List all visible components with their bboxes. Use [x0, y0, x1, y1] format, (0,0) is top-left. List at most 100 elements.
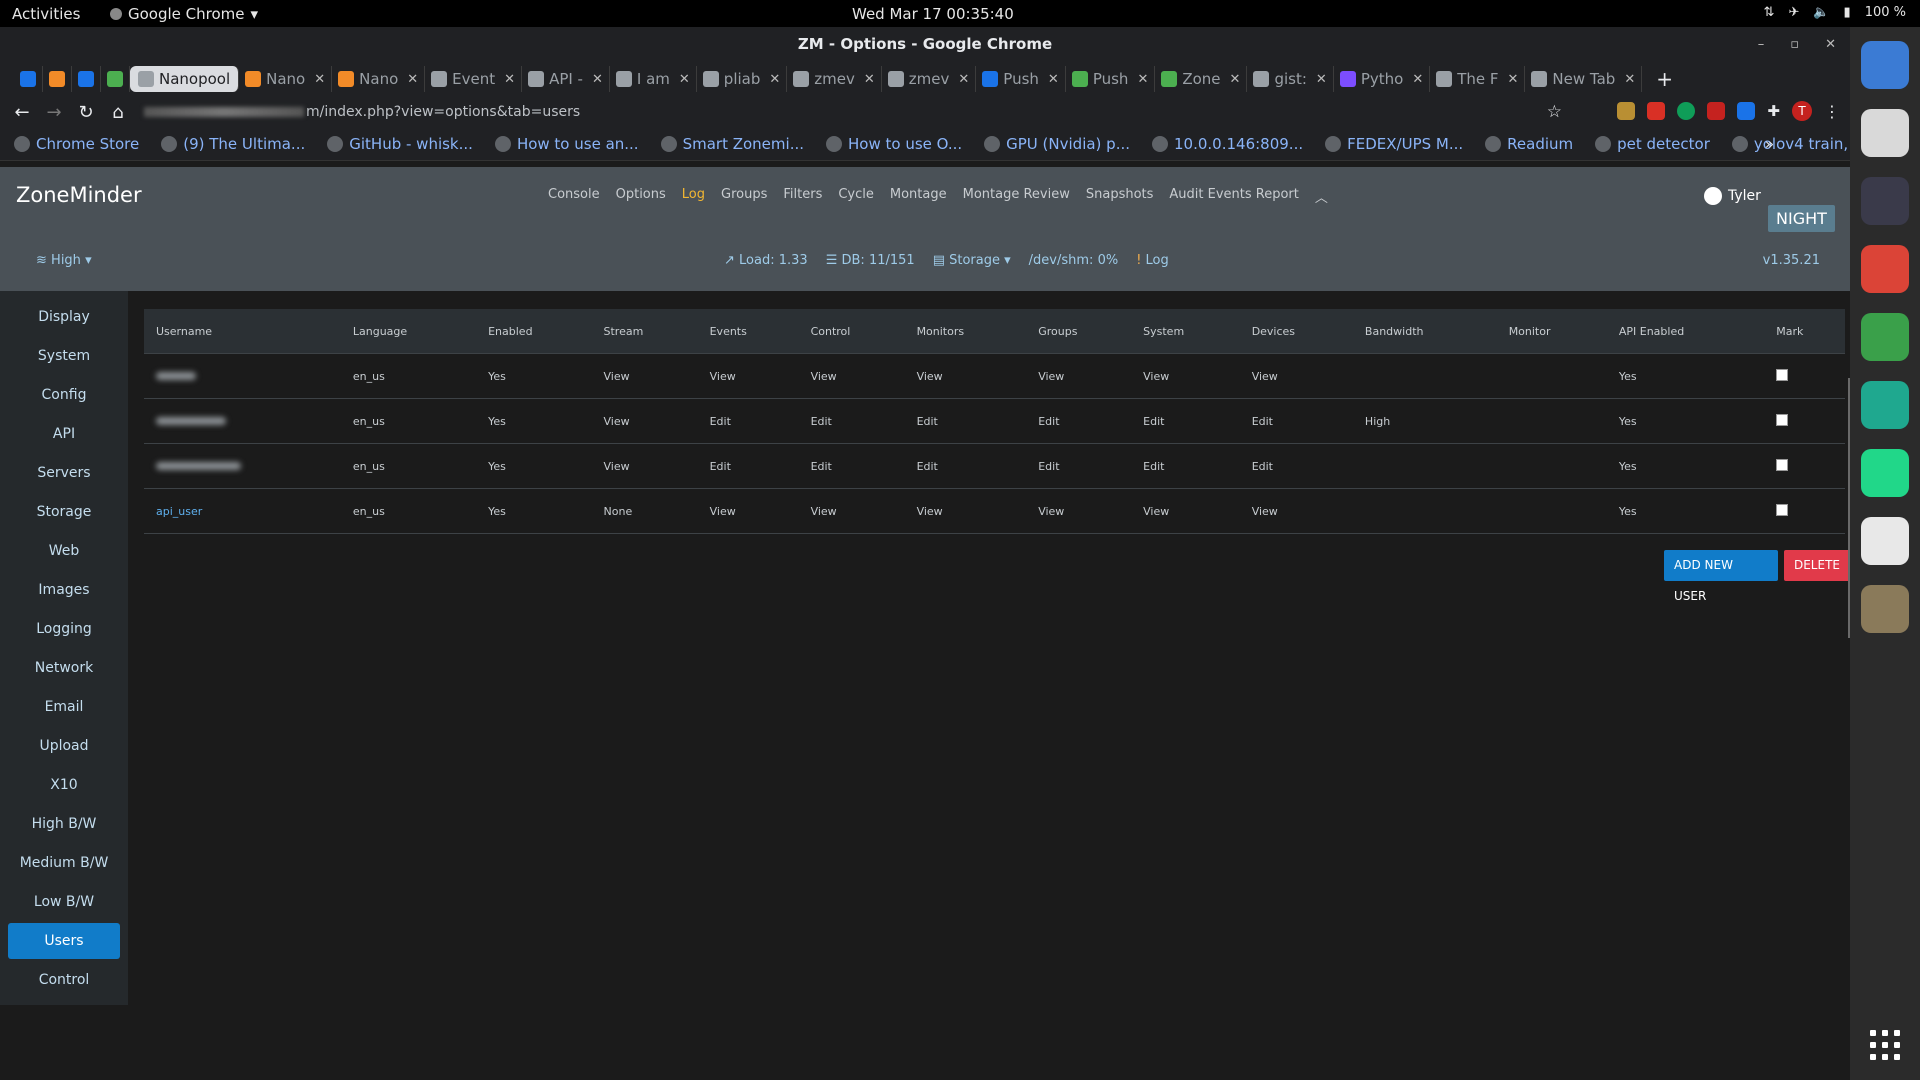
zm-menu-item[interactable]: Montage	[890, 187, 947, 206]
gimp-icon[interactable]	[1861, 585, 1909, 633]
zm-menu-item[interactable]: Audit Events Report	[1169, 187, 1298, 206]
close-tab-icon[interactable]: ✕	[1412, 72, 1423, 87]
sidebar-item[interactable]: Config	[8, 377, 120, 413]
column-header[interactable]: Events	[697, 309, 799, 354]
close-tab-icon[interactable]: ✕	[504, 72, 515, 87]
forward-icon[interactable]: →	[38, 102, 70, 123]
theme-badge[interactable]: NIGHT	[1768, 205, 1835, 232]
bookmark-item[interactable]: Chrome Store	[14, 135, 139, 153]
browser-tab[interactable]: Push ✕	[976, 66, 1066, 92]
app-menu[interactable]: Google Chrome ▾	[110, 5, 258, 23]
table-row[interactable]: en_us Yes View Edit Edit Edit Edit Edit Edit Yes	[144, 443, 1845, 489]
table-row[interactable]: api_user en_us Yes None View View View View View…	[144, 488, 1845, 534]
mark-checkbox[interactable]	[1776, 503, 1789, 516]
zm-menu-item[interactable]: Groups	[721, 187, 767, 206]
reload-icon[interactable]: ↻	[70, 102, 102, 123]
minimize-button[interactable]: –	[1758, 27, 1765, 62]
column-header[interactable]: Monitor	[1496, 309, 1607, 354]
zm-menu-item[interactable]: Options	[616, 187, 666, 206]
files-icon[interactable]	[1861, 109, 1909, 157]
new-tab-icon[interactable]: +	[1656, 67, 1673, 91]
sidebar-item[interactable]: Upload	[8, 728, 120, 764]
extension-icon[interactable]	[1737, 102, 1756, 120]
sidebar-item[interactable]: Users	[8, 923, 120, 959]
back-icon[interactable]: ←	[6, 102, 38, 123]
column-header[interactable]: Bandwidth	[1352, 309, 1497, 354]
sidebar-item[interactable]: Display	[8, 299, 120, 335]
sidebar-item[interactable]: Low B/W	[8, 884, 120, 920]
bookmark-item[interactable]: (9) The Ultima...	[161, 135, 305, 153]
bookmark-item[interactable]: FEDEX/UPS M...	[1325, 135, 1463, 153]
maximize-button[interactable]: ▫	[1790, 27, 1799, 62]
browser-tab[interactable]: Pytho ✕	[1334, 66, 1431, 92]
sidebar-item[interactable]: Servers	[8, 455, 120, 491]
system-tray[interactable]: ⇅ ✈ 🔈 ▮ 100 %	[1764, 5, 1906, 20]
browser-tab[interactable]: Push ✕	[1066, 66, 1156, 92]
column-header[interactable]: Monitors	[904, 309, 1027, 354]
sidebar-item[interactable]: Web	[8, 533, 120, 569]
bookmark-item[interactable]: GitHub - whisk...	[327, 135, 473, 153]
sidebar-item[interactable]: Email	[8, 689, 120, 725]
home-icon[interactable]: ⌂	[102, 102, 134, 123]
username-link[interactable]: api_user	[156, 505, 202, 518]
mark-checkbox[interactable]	[1776, 458, 1789, 471]
sidebar-item[interactable]: API	[8, 416, 120, 452]
browser-tab[interactable]: The F ✕	[1430, 66, 1526, 92]
zm-logo[interactable]: ZoneMinder	[16, 183, 142, 207]
close-tab-icon[interactable]: ✕	[1508, 72, 1519, 87]
sidebar-item[interactable]: High B/W	[8, 806, 120, 842]
browser-tab[interactable]: New Tab ✕	[1525, 66, 1643, 92]
bookmark-item[interactable]: Smart Zonemi...	[660, 135, 804, 153]
bookmark-item[interactable]: pet detector	[1595, 135, 1710, 153]
bookmark-star-icon[interactable]: ☆	[1547, 98, 1562, 126]
zm-menu-item[interactable]: Snapshots	[1086, 187, 1154, 206]
column-header[interactable]: API Enabled	[1606, 309, 1765, 354]
browser-tab[interactable]: Nanopool	[130, 66, 240, 92]
chevron-up-icon[interactable]: ︿	[1315, 187, 1328, 206]
close-tab-icon[interactable]: ✕	[769, 72, 780, 87]
sidebar-item[interactable]: System	[8, 338, 120, 374]
extension-icon[interactable]	[1617, 102, 1636, 120]
column-header[interactable]: Language	[340, 309, 477, 354]
close-window-button[interactable]: ✕	[1825, 27, 1836, 62]
puzzle-icon[interactable]: ✚	[1767, 102, 1780, 120]
close-tab-icon[interactable]: ✕	[958, 72, 969, 87]
extension-icon[interactable]	[1647, 102, 1666, 120]
extension-icon[interactable]	[1677, 102, 1696, 120]
thunderbird-icon[interactable]	[1861, 41, 1909, 89]
browser-tab[interactable]: zmev ✕	[787, 66, 882, 92]
column-header[interactable]: Enabled	[476, 309, 592, 354]
log-link[interactable]: ! Log	[1136, 253, 1169, 268]
bookmark-item[interactable]: 10.0.0.146:809...	[1152, 135, 1303, 153]
browser-tab[interactable]	[101, 66, 130, 92]
zm-menu-item[interactable]: Console	[548, 187, 600, 206]
close-tab-icon[interactable]: ✕	[864, 72, 875, 87]
column-header[interactable]: Stream	[591, 309, 698, 354]
sidebar-item[interactable]: Medium B/W	[8, 845, 120, 881]
close-tab-icon[interactable]: ✕	[1230, 72, 1241, 87]
delete-button[interactable]: DELETE	[1783, 550, 1850, 581]
close-tab-icon[interactable]: ✕	[592, 72, 603, 87]
close-tab-icon[interactable]: ✕	[314, 72, 325, 87]
table-row[interactable]: en_us Yes View Edit Edit Edit Edit Edit Edit High…	[144, 398, 1845, 444]
add-new-user-button[interactable]: ADD NEW USER	[1664, 550, 1778, 603]
bookmarks-overflow-icon[interactable]: »	[1765, 135, 1774, 153]
zm-menu-item[interactable]: Montage Review	[963, 187, 1070, 206]
user-menu[interactable]: Tyler	[1704, 187, 1761, 205]
sidebar-item[interactable]: Images	[8, 572, 120, 608]
column-header[interactable]: System	[1131, 309, 1240, 354]
bookmark-item[interactable]: How to use an...	[494, 135, 639, 153]
table-row[interactable]: en_us Yes View View View View View View View Yes	[144, 353, 1845, 399]
show-applications-icon[interactable]	[1870, 1030, 1900, 1060]
browser-tab[interactable]: Nano ✕	[239, 66, 333, 92]
browser-tab[interactable]: gist: ✕	[1247, 66, 1334, 92]
sidebar-item[interactable]: Logging	[8, 611, 120, 647]
browser-tab[interactable]: API - ✕	[522, 66, 610, 92]
browser-tab[interactable]: zmev ✕	[882, 66, 977, 92]
browser-tab[interactable]: Nano ✕	[332, 66, 426, 92]
close-tab-icon[interactable]: ✕	[1316, 72, 1327, 87]
browser-tab[interactable]: Event ✕	[425, 66, 523, 92]
mark-checkbox[interactable]	[1776, 413, 1789, 426]
browser-tab[interactable]: pliab ✕	[697, 66, 788, 92]
chrome-icon[interactable]	[1861, 245, 1909, 293]
